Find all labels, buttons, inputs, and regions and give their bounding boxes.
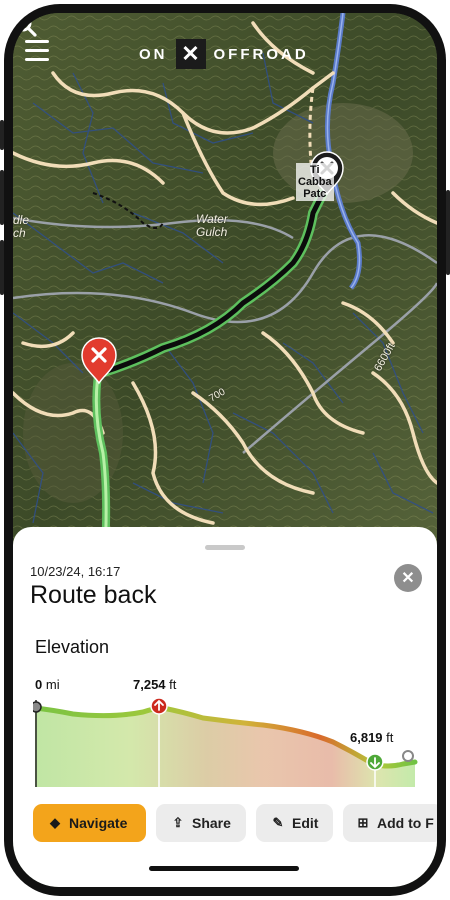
route-timestamp: 10/23/24, 16:17 <box>30 564 121 579</box>
poi-label[interactable]: Ti Cabba Patc <box>296 163 334 201</box>
edit-button[interactable]: ✎ Edit <box>256 804 333 842</box>
navigate-label: Navigate <box>69 815 128 831</box>
logo-text-offroad: OFFROAD <box>213 45 309 63</box>
home-indicator[interactable] <box>149 866 299 871</box>
logo-text-on: ON <box>139 45 168 63</box>
add-to-folder-button[interactable]: ⊞ Add to F <box>343 804 437 842</box>
end-elevation-label: 6,819 ft <box>350 730 393 745</box>
app-logo: ON ✕ OFFROAD <box>139 39 309 69</box>
max-elevation-label: 7,254 ft <box>133 677 176 692</box>
max-elevation-unit: ft <box>169 677 177 692</box>
close-button[interactable]: ✕ <box>394 564 422 592</box>
map-canvas[interactable] <box>13 13 437 553</box>
map-label-line: ch <box>13 226 26 240</box>
share-label: Share <box>192 815 231 831</box>
end-elevation-unit: ft <box>386 730 394 745</box>
elevation-heading: Elevation <box>35 637 110 657</box>
edit-icon: ✎ <box>272 815 284 830</box>
end-elevation-value: 6,819 <box>350 730 383 745</box>
start-distance-unit: mi <box>45 677 60 692</box>
menu-line <box>25 58 49 61</box>
phone-power-button <box>446 190 450 275</box>
map-label-partial: dle ch <box>13 214 29 240</box>
add-to-folder-label: Add to F <box>377 815 434 831</box>
route-title: Route back <box>30 581 157 609</box>
start-distance-label: 0 mi <box>35 677 60 692</box>
navigate-button[interactable]: ◆ Navigate <box>33 804 146 842</box>
navigate-icon: ◆ <box>50 815 60 830</box>
logo-x-icon: ✕ <box>175 39 206 69</box>
poi-label-line: Patc <box>303 188 327 200</box>
edit-label: Edit <box>292 815 319 831</box>
sheet-grabber[interactable] <box>205 545 245 550</box>
menu-line <box>25 49 49 52</box>
share-button[interactable]: ⇪ Share <box>156 804 246 842</box>
start-marker <box>30 701 42 713</box>
menu-line <box>25 40 49 43</box>
action-bar: ◆ Navigate ⇪ Share ✎ Edit ⊞ Add to F <box>33 804 437 844</box>
top-bar: ON ✕ OFFROAD <box>13 13 437 93</box>
map-label-line: Water <box>196 212 228 226</box>
map-label-line: dle <box>13 213 30 227</box>
poi-label-line: Ti <box>310 164 320 176</box>
terrain-patch <box>273 103 413 203</box>
elevation-chart[interactable]: 0 mi 7,254 ft 6,819 ft <box>30 672 437 787</box>
close-icon: ✕ <box>401 570 415 587</box>
route-end-point <box>402 750 414 762</box>
route-detail-sheet: 10/23/24, 16:17 Route back ✕ Elevation 0… <box>13 527 437 887</box>
map-label-water-gulch: Water Gulch <box>196 213 228 239</box>
poi-label-line: Cabba <box>298 176 332 188</box>
start-distance-value: 0 <box>35 677 43 692</box>
add-folder-icon: ⊞ <box>357 815 369 830</box>
max-elevation-value: 7,254 <box>133 677 166 692</box>
hamburger-menu-icon[interactable] <box>25 40 49 62</box>
phone-frame: Water Gulch dle ch Ti Cabba Patc 6600ft … <box>0 0 450 900</box>
screen: Water Gulch dle ch Ti Cabba Patc 6600ft … <box>13 13 437 887</box>
map-view[interactable]: Water Gulch dle ch Ti Cabba Patc 6600ft … <box>13 13 437 553</box>
share-icon: ⇪ <box>172 815 184 830</box>
map-label-line: Gulch <box>196 225 228 239</box>
search-icon[interactable] <box>13 13 37 37</box>
